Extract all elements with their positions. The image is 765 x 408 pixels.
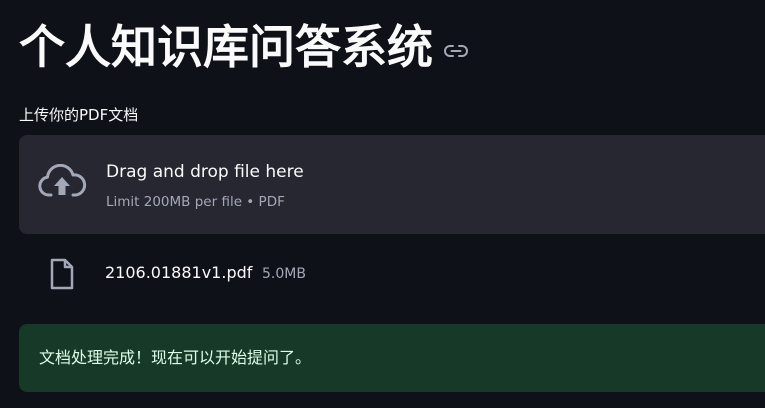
app-page: 个人知识库问答系统 上传你的PDF文档 Drag and drop file h… [0,0,765,408]
success-alert: 文档处理完成！现在可以开始提问了。 [19,324,765,392]
cloud-upload-icon [37,163,87,204]
file-icon [49,258,75,290]
link-icon[interactable] [443,38,469,64]
file-dropzone[interactable]: Drag and drop file here Limit 200MB per … [19,135,765,234]
success-alert-message: 文档处理完成！现在可以开始提问了。 [39,348,312,367]
dropzone-limit: Limit 200MB per file • PDF [106,194,285,210]
title-row: 个人知识库问答系统 [19,8,469,86]
page-title: 个人知识库问答系统 [19,20,433,74]
uploaded-file-row: 2106.01881v1.pdf 5.0MB [19,252,759,296]
uploaded-file-name: 2106.01881v1.pdf [105,263,253,282]
dropzone-instruction: Drag and drop file here [106,162,304,182]
uploader-label: 上传你的PDF文档 [19,106,139,124]
uploaded-file-size: 5.0MB [262,266,306,282]
